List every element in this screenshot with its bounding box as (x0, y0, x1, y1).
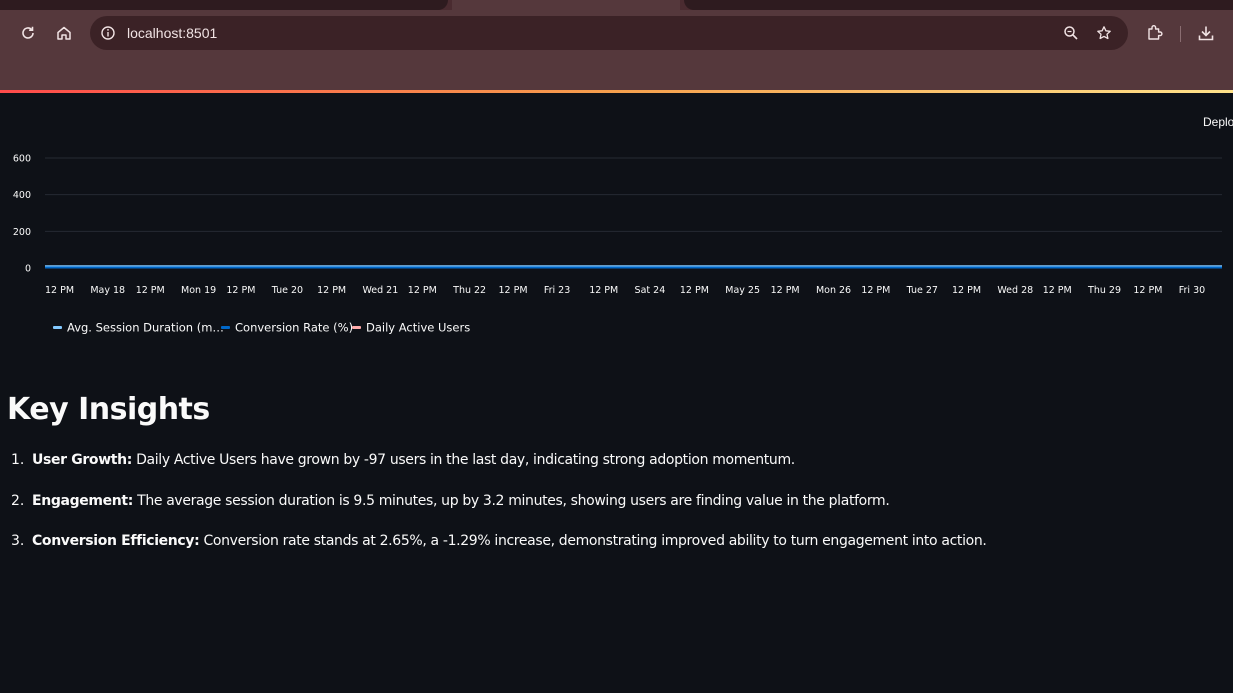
x-tick-label: Tue 27 (906, 285, 938, 296)
legend-label: Daily Active Users (366, 321, 470, 335)
y-tick-label: 600 (13, 154, 31, 165)
insight-item: 1. User Growth: Daily Active Users have … (0, 452, 1233, 493)
downloads-icon[interactable] (1194, 21, 1218, 45)
home-icon[interactable] (52, 21, 76, 45)
y-tick-label: 400 (13, 190, 31, 201)
insight-number: 1. (11, 452, 25, 468)
x-tick-label: 12 PM (45, 285, 74, 296)
browser-tab-active[interactable] (452, 0, 680, 10)
insight-body: Conversion Efficiency: Conversion rate s… (32, 533, 987, 549)
x-tick-label: Fri 23 (544, 285, 570, 296)
x-tick-label: 12 PM (952, 285, 981, 296)
zoom-icon[interactable] (1059, 21, 1083, 45)
browser-toolbar: localhost:8501 (0, 10, 1233, 92)
x-tick-label: May 18 (90, 285, 125, 296)
browser-tab[interactable] (684, 0, 1233, 10)
insight-label: Engagement: (32, 492, 134, 509)
legend-label: Avg. Session Duration (m… (67, 321, 224, 335)
insight-number: 2. (11, 492, 25, 509)
x-tick-label: Thu 29 (1087, 285, 1121, 296)
x-tick-label: Wed 21 (362, 285, 398, 296)
chart-canvas: 600 400 200 0 12 PM May 18 12 PM Mon 19 12 PM Tue… (13, 154, 1222, 335)
x-tick-label: 12 PM (317, 285, 346, 296)
x-tick-label: Tue 20 (271, 285, 303, 296)
x-tick-label: 12 PM (861, 285, 890, 296)
line-chart[interactable]: 600 400 200 0 12 PM May 18 12 PM Mon 19 12 PM Tue… (0, 140, 1233, 340)
deploy-button[interactable]: Deplo (1203, 115, 1233, 129)
insight-label: User Growth: (32, 452, 132, 468)
y-tick-label: 200 (13, 227, 31, 238)
insight-item: 3. Conversion Efficiency: Conversion rat… (0, 533, 1233, 574)
insight-body: User Growth: Daily Active Users have gro… (32, 452, 795, 468)
browser-tab[interactable] (0, 0, 448, 10)
url-text[interactable]: localhost:8501 (127, 25, 217, 41)
x-tick-label: Sat 24 (635, 285, 666, 296)
x-tick-label: 12 PM (408, 285, 437, 296)
x-tick-label: Mon 19 (181, 285, 216, 296)
x-tick-label: Mon 26 (816, 285, 851, 296)
site-info-icon[interactable] (96, 21, 120, 45)
insight-item: 2. Engagement: The average session durat… (0, 493, 1233, 534)
address-bar[interactable]: localhost:8501 (90, 16, 1128, 50)
star-icon[interactable] (1092, 21, 1116, 45)
x-tick-label: 12 PM (589, 285, 618, 296)
x-tick-label: Fri 30 (1179, 285, 1205, 296)
page-heading: Key Insights (7, 392, 210, 427)
x-tick-label: 12 PM (1043, 285, 1072, 296)
insights-list: 1. User Growth: Daily Active Users have … (0, 452, 1233, 574)
x-tick-label: 12 PM (680, 285, 709, 296)
browser-tab-strip (0, 0, 1233, 10)
legend-swatch (53, 326, 62, 329)
insight-number: 3. (11, 533, 25, 549)
legend-swatch (352, 326, 361, 329)
extensions-icon[interactable] (1143, 21, 1167, 45)
x-tick-label: 12 PM (1133, 285, 1162, 296)
x-tick-label: 12 PM (226, 285, 255, 296)
insight-label: Conversion Efficiency: (32, 533, 200, 549)
insight-text: Daily Active Users have grown by -97 use… (131, 452, 795, 468)
y-tick-label: 0 (25, 264, 31, 275)
x-tick-label: 12 PM (136, 285, 165, 296)
legend-swatch (221, 326, 230, 329)
insight-text: Conversion rate stands at 2.65%, a -1.29… (199, 533, 987, 549)
x-tick-label: 12 PM (771, 285, 800, 296)
app-header-decoration (0, 90, 1233, 93)
reload-icon[interactable] (16, 21, 40, 45)
x-tick-label: May 25 (725, 285, 760, 296)
insight-text: The average session duration is 9.5 minu… (133, 492, 890, 509)
toolbar-divider (1180, 26, 1181, 42)
legend-label: Conversion Rate (%) (235, 321, 353, 335)
x-tick-label: Wed 28 (997, 285, 1033, 296)
x-tick-label: Thu 22 (452, 285, 486, 296)
x-tick-label: 12 PM (499, 285, 528, 296)
insight-body: Engagement: The average session duration… (32, 492, 890, 509)
